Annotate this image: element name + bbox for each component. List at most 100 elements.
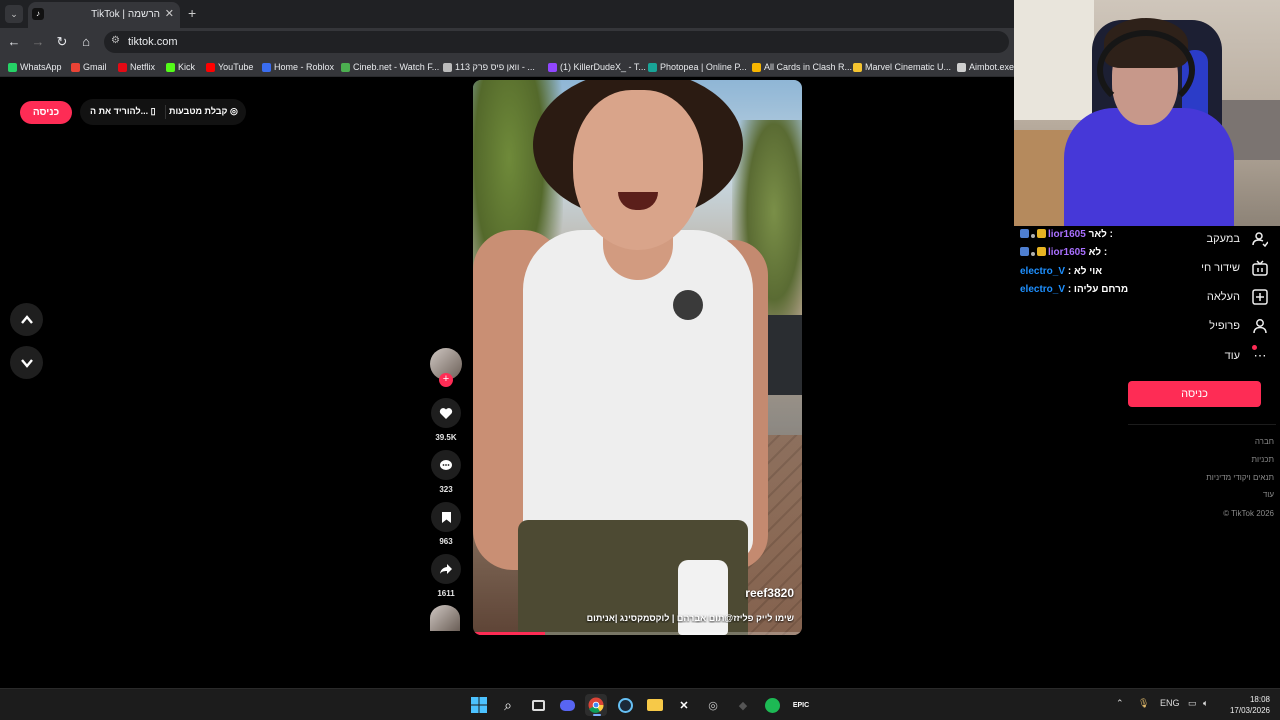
taskbar-search-icon[interactable]: ⌕ xyxy=(497,694,519,716)
bookmark-item[interactable]: (1) KillerDudeX_ - T... xyxy=(548,60,646,74)
next-video-button[interactable] xyxy=(10,346,43,379)
windows-taskbar: ⌕ ✕ ◎ ◆ EPIC ⌃ 🎙︎ ENG ▭ 🔈︎ 18:08 17/03/2… xyxy=(0,688,1280,720)
follow-plus-icon[interactable]: + xyxy=(439,373,453,387)
notification-dot xyxy=(1252,345,1257,350)
sidenav-item[interactable]: שידור חי xyxy=(1190,257,1270,279)
steam-icon[interactable] xyxy=(614,694,636,716)
task-view-icon[interactable] xyxy=(527,694,549,716)
footer-link[interactable]: תנאים ויקודי מדיניות xyxy=(1206,473,1274,482)
chat-message: electro_V : מרחם עליהו xyxy=(1020,284,1195,300)
gmail-icon xyxy=(71,62,80,72)
close-tab-icon[interactable]: ✕ xyxy=(165,7,174,20)
like-count: 39.5K xyxy=(435,433,457,442)
media-app-icon[interactable]: ◎ xyxy=(702,694,724,716)
previous-video-button[interactable] xyxy=(10,303,43,336)
save-button[interactable] xyxy=(431,502,461,532)
bookmark-item[interactable]: Netflix xyxy=(118,60,155,74)
footer-link[interactable]: © TikTok 2026 xyxy=(1223,509,1274,518)
language-indicator[interactable]: ENG xyxy=(1160,698,1180,708)
bookmark-item[interactable]: Marvel Cinematic U... xyxy=(853,60,951,74)
browser-toolbar: ← → ↻ ⌂ ⚙ tiktok.com xyxy=(0,28,1014,56)
folder-glyph xyxy=(647,699,663,711)
epic-games-icon[interactable]: EPIC xyxy=(790,694,812,716)
bookmark-item[interactable]: Aimbot.exe xyxy=(957,60,1014,74)
home-icon[interactable]: ⌂ xyxy=(78,34,94,49)
spotify-glyph xyxy=(764,697,780,713)
footer-link[interactable]: עוד xyxy=(1263,490,1274,499)
video-caption[interactable]: שימו לייק פליזז@תום אברהם | לוקסמקסינג |… xyxy=(494,613,794,623)
separator-dot-icon xyxy=(1031,252,1035,256)
chrome-icon[interactable] xyxy=(585,694,607,716)
share-count: 1611 xyxy=(437,589,455,598)
share-button[interactable] xyxy=(431,554,461,584)
microphone-icon[interactable]: 🎙︎ xyxy=(1138,698,1149,709)
bookmark-item[interactable]: Kick xyxy=(166,60,195,74)
tab-tiktok[interactable]: ♪ TikTok | הרשמה ✕ xyxy=(28,2,180,28)
separator-dot-icon xyxy=(1031,234,1035,238)
footer-link[interactable]: חברה xyxy=(1255,437,1274,446)
save-count: 963 xyxy=(439,537,453,546)
bookmark-label: Home - Roblox xyxy=(274,62,335,72)
bookmark-item[interactable]: WhatsApp xyxy=(8,60,62,74)
bookmark-item[interactable]: Home - Roblox xyxy=(262,60,334,74)
bookmark-item[interactable]: וואן פיס פרק 113 - ... xyxy=(443,60,535,74)
chat-username[interactable]: lior1605 xyxy=(1048,229,1086,240)
windows-start-icon[interactable] xyxy=(468,694,490,716)
file-explorer-icon[interactable] xyxy=(644,694,666,716)
new-tab-button[interactable]: + xyxy=(188,5,196,21)
bookmark-item[interactable]: YouTube xyxy=(206,60,253,74)
chat-username[interactable]: lior1605 xyxy=(1048,247,1086,258)
login-button[interactable]: כניסה xyxy=(20,101,72,124)
video-person-bag xyxy=(678,560,728,635)
app-icon[interactable]: ◆ xyxy=(732,694,754,716)
tiktok-page: כניסה להוריד את ה... ▯ קבלת מטבעות ◎ ree… xyxy=(0,78,1014,688)
sidenav-item[interactable]: העלאה xyxy=(1190,286,1270,308)
capcut-icon[interactable]: ✕ xyxy=(673,694,695,716)
url-text[interactable]: tiktok.com xyxy=(128,36,178,48)
sound-avatar[interactable] xyxy=(430,605,460,631)
back-icon[interactable]: ← xyxy=(6,34,22,49)
task-view-glyph xyxy=(531,699,545,711)
chat-username[interactable]: electro_V xyxy=(1020,284,1065,295)
volume-icon[interactable]: 🔈︎ xyxy=(1203,698,1208,709)
site-info-icon[interactable]: ⚙ xyxy=(111,35,120,46)
address-bar[interactable]: ⚙ tiktok.com xyxy=(104,31,1009,53)
comment-button[interactable] xyxy=(431,450,461,480)
video-progress-bar[interactable] xyxy=(473,632,802,635)
video-player[interactable]: reef3820 שימו לייק פליזז@תום אברהם | לוק… xyxy=(473,80,802,635)
kick-icon xyxy=(166,62,175,72)
like-button[interactable] xyxy=(431,398,461,428)
spotify-icon[interactable] xyxy=(761,694,783,716)
discord-icon[interactable] xyxy=(556,694,578,716)
video-author[interactable]: reef3820 xyxy=(745,586,794,600)
sidenav-item[interactable]: עוד ⋯ xyxy=(1190,345,1270,367)
sidebar-login-button[interactable]: כניסה xyxy=(1128,381,1261,407)
webcam-scene xyxy=(1014,0,1094,120)
download-app-link[interactable]: להוריד את ה... ▯ xyxy=(90,106,156,117)
footer-link[interactable]: תכניות xyxy=(1251,455,1274,464)
bookmark-item[interactable]: Cineb.net - Watch F... xyxy=(341,60,439,74)
reload-icon[interactable]: ↻ xyxy=(54,34,70,50)
forward-icon[interactable]: → xyxy=(30,34,46,49)
steam-glyph xyxy=(617,697,633,713)
tray-expand-icon[interactable]: ⌃ xyxy=(1116,698,1124,709)
sidenav-label: במעקב xyxy=(1206,233,1241,245)
get-coins-label: קבלת מטבעות xyxy=(169,106,228,116)
bookmark-item[interactable]: Photopea | Online P... xyxy=(648,60,747,74)
network-icon[interactable]: ▭ xyxy=(1188,698,1197,709)
get-coins-link[interactable]: קבלת מטבעות ◎ xyxy=(169,106,238,117)
live-icon xyxy=(1250,258,1270,278)
bookmark-item[interactable]: All Cards in Clash R... xyxy=(752,60,852,74)
sidenav-item[interactable]: במעקב xyxy=(1190,228,1270,250)
pill-divider xyxy=(165,105,166,119)
sidenav-item[interactable]: פרופיל xyxy=(1190,315,1270,337)
chat-username[interactable]: electro_V xyxy=(1020,266,1065,277)
system-clock[interactable]: 18:08 17/03/2026 xyxy=(1230,694,1270,716)
bookmark-label: וואן פיס פרק 113 - ... xyxy=(455,62,535,72)
bookmark-item[interactable]: Gmail xyxy=(71,60,107,74)
chevron-up-icon xyxy=(20,314,33,324)
chat-message: electro_V : אוי לא xyxy=(1020,266,1195,282)
bookmark-label: Cineb.net - Watch F... xyxy=(353,62,440,72)
marvel-icon xyxy=(853,62,862,72)
tab-list-button[interactable]: ⌄ xyxy=(5,5,23,23)
